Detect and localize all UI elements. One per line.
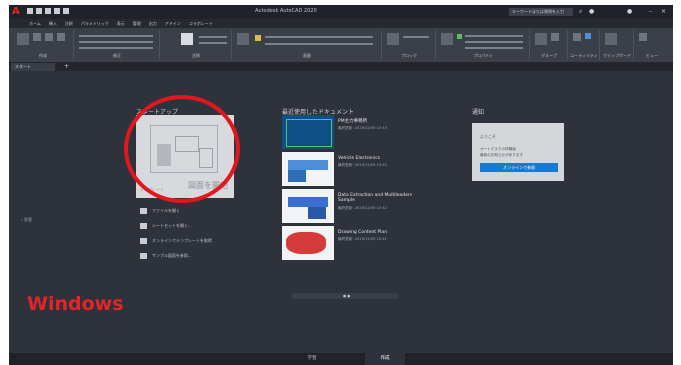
sheet-set-icon bbox=[140, 222, 147, 229]
notification-card: ようこそ オートデスクの体験版 最新のお知らせがあります オンラインで参照 bbox=[472, 123, 564, 181]
autocad-logo[interactable]: A bbox=[12, 7, 22, 17]
ribbon-tab-parametric[interactable]: パラメトリック bbox=[81, 19, 109, 28]
ribbon-tab-collaborate[interactable]: コラボレート bbox=[189, 19, 213, 28]
autocad-window: A Autodesk AutoCAD 2020 キーワードまたは質問を入力 ⌕ … bbox=[9, 5, 673, 365]
open-sheet-set-link[interactable]: シートセットを開く... bbox=[140, 220, 212, 231]
ribbon-tab-manage[interactable]: 管理 bbox=[133, 19, 141, 28]
match-properties-icon[interactable] bbox=[441, 33, 453, 45]
ribbon: 作成 修正 注釈 画層 ブロック プロパティ グループ ユーティリティ クリップ… bbox=[9, 28, 673, 62]
learn-link[interactable]: ‹ 学習 bbox=[21, 217, 32, 223]
quick-access-toolbar bbox=[27, 8, 69, 16]
bottom-tab-bar: 学習 作成 bbox=[9, 353, 673, 365]
window-title: Autodesk AutoCAD 2020 bbox=[255, 8, 317, 14]
paste-icon[interactable] bbox=[605, 33, 617, 45]
ribbon-panel-draw: 作成 bbox=[13, 30, 74, 60]
sample-drawing-icon bbox=[140, 252, 147, 259]
tab-start[interactable]: スタート bbox=[11, 63, 55, 71]
start-page: ‹ 学習 スタートアップ 図面を開始 テンプレート ファイルを開く シートセット… bbox=[9, 71, 673, 353]
highlight-circle bbox=[124, 95, 240, 203]
ribbon-panel-block: ブロック bbox=[383, 30, 436, 60]
search-icon[interactable]: ⌕ bbox=[579, 8, 582, 15]
ribbon-panel-utilities: ユーティリティ bbox=[569, 30, 600, 60]
layer-state-icon[interactable] bbox=[255, 35, 261, 41]
new-tab-plus-icon[interactable]: + bbox=[64, 63, 69, 70]
recent-docs-pager[interactable]: ● ● bbox=[291, 293, 399, 299]
tab-create[interactable]: 作成 bbox=[365, 353, 405, 365]
open-file-icon[interactable] bbox=[36, 8, 42, 14]
ribbon-tab-annotate[interactable]: 注釈 bbox=[65, 19, 73, 28]
save-as-icon[interactable] bbox=[54, 8, 60, 14]
arc-tool-icon[interactable] bbox=[57, 33, 65, 41]
ribbon-panel-view: ビュー bbox=[635, 30, 669, 60]
sample-drawings-link[interactable]: サンプル図面を参照... bbox=[140, 250, 212, 261]
ribbon-tab-addins[interactable]: アドイン bbox=[165, 19, 181, 28]
windows-overlay-label: Windows bbox=[27, 293, 124, 315]
ribbon-panel-clipboard: クリップボード bbox=[601, 30, 634, 60]
search-box[interactable]: キーワードまたは質問を入力 bbox=[509, 8, 573, 16]
circle-tool-icon[interactable] bbox=[45, 33, 53, 41]
online-templates-link[interactable]: オンラインでテンプレートを取得 bbox=[140, 235, 212, 246]
ribbon-tab-view[interactable]: 表示 bbox=[117, 19, 125, 28]
ribbon-panel-annotation: 注釈 bbox=[161, 30, 232, 60]
document-tab-bar: スタート + bbox=[9, 62, 673, 71]
ribbon-tab-output[interactable]: 出力 bbox=[149, 19, 157, 28]
minimize-icon[interactable]: – bbox=[649, 8, 652, 15]
page-dot-icon: ● ● bbox=[343, 294, 351, 298]
open-files-link[interactable]: ファイルを開く bbox=[140, 205, 212, 216]
ribbon-tab-home[interactable]: ホーム bbox=[29, 19, 41, 28]
ribbon-tab-bar: ホーム 挿入 注釈 パラメトリック 表示 管理 出力 アドイン コラボレート bbox=[9, 19, 673, 28]
view-icon[interactable] bbox=[639, 33, 647, 41]
folder-icon bbox=[140, 207, 147, 214]
new-file-icon[interactable] bbox=[27, 8, 33, 14]
insert-block-icon[interactable] bbox=[387, 33, 399, 45]
group-icon[interactable] bbox=[535, 33, 547, 45]
ribbon-panel-properties: プロパティ bbox=[437, 30, 530, 60]
ribbon-panel-layers: 画層 bbox=[233, 30, 382, 60]
line-tool-icon[interactable] bbox=[17, 33, 29, 45]
recent-doc-thumbnail bbox=[282, 226, 334, 260]
cloud-template-icon bbox=[140, 237, 147, 244]
title-bar: A Autodesk AutoCAD 2020 キーワードまたは質問を入力 ⌕ … bbox=[9, 5, 673, 19]
ribbon-panel-groups: グループ bbox=[531, 30, 568, 60]
ribbon-tab-insert[interactable]: 挿入 bbox=[49, 19, 57, 28]
measure-icon[interactable] bbox=[573, 33, 581, 41]
tab-learn[interactable]: 学習 bbox=[292, 353, 332, 365]
start-actions-list: ファイルを開く シートセットを開く... オンラインでテンプレートを取得 サンプ… bbox=[140, 205, 212, 265]
notification-action-button[interactable]: オンラインで参照 bbox=[480, 163, 558, 172]
notifications-heading: 通知 bbox=[472, 109, 485, 116]
layer-properties-icon[interactable] bbox=[237, 33, 249, 45]
save-icon[interactable] bbox=[45, 8, 51, 14]
close-icon[interactable]: × bbox=[661, 8, 666, 15]
undo-icon[interactable] bbox=[63, 8, 69, 14]
recent-doc-thumbnail bbox=[282, 115, 334, 149]
ribbon-panel-modify: 修正 bbox=[75, 30, 160, 60]
recent-doc-thumbnail bbox=[282, 152, 334, 186]
help-icon[interactable]: ● bbox=[627, 8, 632, 15]
polyline-tool-icon[interactable] bbox=[33, 33, 41, 41]
recent-doc-thumbnail bbox=[282, 189, 334, 223]
user-icon[interactable]: ● bbox=[589, 8, 594, 15]
text-tool-icon[interactable] bbox=[181, 33, 193, 45]
